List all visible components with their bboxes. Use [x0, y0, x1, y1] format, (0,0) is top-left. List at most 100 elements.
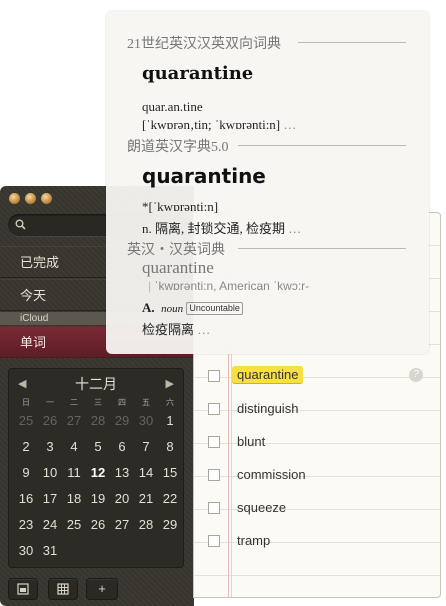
more-link[interactable]: …: [197, 322, 210, 337]
calendar-day[interactable]: 18: [62, 487, 86, 511]
definition: n. 隔离, 封锁交通, 检疫期 …: [142, 218, 301, 237]
pronunciation-text: [ˈkwɒrən‚tin; ˈkwɒrənti:n]: [142, 117, 281, 132]
weekday-label: 六: [166, 398, 174, 407]
dictionary-popup: 21世纪英汉汉英双向词典 quarantine quar.an.tine [ˈk…: [106, 11, 429, 354]
calendar-day[interactable]: 2: [14, 435, 38, 459]
calendar-day[interactable]: 26: [86, 513, 110, 537]
calendar-day[interactable]: 30: [14, 539, 38, 563]
calendar-grid-icon: [57, 583, 69, 595]
weekday-label: 四: [118, 398, 126, 407]
add-button[interactable]: +: [86, 578, 118, 600]
calendar-day[interactable]: 9: [14, 461, 38, 485]
calendar-day[interactable]: 8: [158, 435, 182, 459]
headword: quarantine: [142, 63, 254, 84]
calendar-day[interactable]: 3: [38, 435, 62, 459]
calendar-toggle-button[interactable]: [48, 578, 78, 600]
divider: [238, 145, 406, 146]
task-checkbox[interactable]: [208, 535, 220, 547]
dictionary-source-title: 朗道英汉字典5.0: [127, 140, 229, 155]
weekday-label: 三: [94, 398, 102, 407]
calendar-day[interactable]: 27: [62, 409, 86, 433]
calendar-day[interactable]: 21: [134, 487, 158, 511]
calendar-day[interactable]: 5: [86, 435, 110, 459]
divider: [298, 42, 406, 43]
calendar-day[interactable]: 14: [134, 461, 158, 485]
calendar-day[interactable]: 6: [110, 435, 134, 459]
calendar-day[interactable]: 30: [134, 409, 158, 433]
info-icon[interactable]: ?: [409, 368, 423, 382]
definition-text: n. 隔离, 封锁交通, 检疫期: [142, 221, 286, 236]
calendar-day[interactable]: 16: [14, 487, 38, 511]
calendar: ◀ 十二月 ▶ 日一二三四五六 25 26 27 28 29 30 1 2 3 4 5 6 7 8 9 10 1…: [8, 368, 184, 568]
word-text[interactable]: commission: [237, 467, 306, 482]
minimize-window-button[interactable]: [25, 193, 36, 204]
zoom-window-button[interactable]: [41, 193, 52, 204]
dictionary-source-title: 英汉・汉英词典: [127, 243, 225, 258]
pronunciation-bar: |: [148, 279, 152, 293]
task-checkbox[interactable]: [208, 436, 220, 448]
list-item[interactable]: squeeze: [194, 492, 440, 525]
calendar-day[interactable]: 29: [110, 409, 134, 433]
list-item[interactable]: blunt: [194, 426, 440, 459]
weekday-label: 一: [46, 398, 54, 407]
list-item[interactable]: quarantine ?: [194, 360, 440, 393]
calendar-day[interactable]: 26: [38, 409, 62, 433]
calendar-day[interactable]: 4: [62, 435, 86, 459]
calendar-day[interactable]: 19: [86, 487, 110, 511]
weekday-label: 五: [142, 398, 150, 407]
syllables: quar.an.tine: [142, 99, 203, 114]
calendar-day[interactable]: 24: [38, 513, 62, 537]
calendar-day[interactable]: 23: [14, 513, 38, 537]
task-checkbox[interactable]: [208, 502, 220, 514]
pronunciation: *[ˈkwɒrənti:n]: [142, 199, 219, 214]
close-window-button[interactable]: [9, 193, 20, 204]
calendar-day[interactable]: 20: [110, 487, 134, 511]
word-text[interactable]: distinguish: [237, 401, 298, 416]
task-checkbox[interactable]: [208, 403, 220, 415]
calendar-day[interactable]: 12: [86, 461, 110, 485]
pronunciation: | ˈkwɒrənti:n, American ˈkwɔ:r-: [148, 279, 309, 293]
calendar-day[interactable]: 25: [62, 513, 86, 537]
calendar-day[interactable]: 17: [38, 487, 62, 511]
task-checkbox[interactable]: [208, 469, 220, 481]
note-icon: [17, 583, 29, 595]
pronunciation: [ˈkwɒrən‚tin; ˈkwɒrənti:n] …: [142, 117, 296, 133]
list-item[interactable]: commission: [194, 459, 440, 492]
word-text[interactable]: squeeze: [237, 500, 286, 515]
next-month-button[interactable]: ▶: [166, 377, 174, 390]
calendar-day[interactable]: 28: [86, 409, 110, 433]
calendar-day[interactable]: 1: [158, 409, 182, 433]
word-text[interactable]: blunt: [237, 434, 265, 449]
calendar-day[interactable]: 13: [110, 461, 134, 485]
calendar-day[interactable]: 25: [14, 409, 38, 433]
task-checkbox[interactable]: [208, 370, 220, 382]
calendar-day[interactable]: 29: [158, 513, 182, 537]
view-toggle-button[interactable]: [8, 578, 38, 600]
sense-line: A. noun Uncountable: [142, 300, 243, 316]
calendar-day[interactable]: 31: [38, 539, 62, 563]
word-text[interactable]: tramp: [237, 533, 270, 548]
calendar-day[interactable]: 28: [134, 513, 158, 537]
more-link[interactable]: …: [283, 117, 296, 132]
calendar-day[interactable]: 15: [158, 461, 182, 485]
more-link[interactable]: …: [288, 221, 301, 236]
calendar-day[interactable]: 27: [110, 513, 134, 537]
weekday-label: 日: [22, 398, 30, 407]
search-icon: [15, 219, 26, 230]
calendar-month-title: 十二月: [75, 376, 117, 392]
list-item[interactable]: tramp: [194, 525, 440, 558]
grammar-tag: Uncountable: [186, 302, 243, 315]
calendar-day[interactable]: 7: [134, 435, 158, 459]
definition: 检疫隔离 …: [142, 319, 210, 338]
calendar-day[interactable]: 11: [62, 461, 86, 485]
weekday-label: 二: [70, 398, 78, 407]
headword: quarantine: [142, 258, 214, 277]
divider: [238, 248, 406, 249]
calendar-day[interactable]: 10: [38, 461, 62, 485]
list-item[interactable]: distinguish: [194, 393, 440, 426]
definition-text: 检疫隔离: [142, 322, 195, 337]
sense-letter: A.: [142, 300, 155, 315]
headword: quarantine: [142, 164, 266, 188]
calendar-day[interactable]: 22: [158, 487, 182, 511]
word-text[interactable]: quarantine: [232, 366, 304, 383]
